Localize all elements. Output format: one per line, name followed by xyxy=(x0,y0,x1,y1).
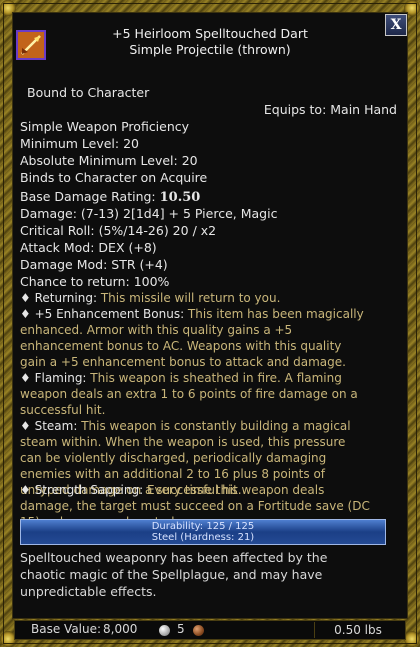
damage-line: Damage: (7-13) 2[1d4] + 5 Pierce, Magic xyxy=(20,206,278,221)
item-weight: 0.50 lbs xyxy=(314,622,401,638)
base-value: 8,000 xyxy=(103,622,138,636)
base-value-label: Base Value: xyxy=(31,622,102,636)
effect-name: +5 Enhancement Bonus: xyxy=(34,307,185,321)
absolute-minimum-level: Absolute Minimum Level: 20 xyxy=(20,153,198,168)
frame-corner-ornament xyxy=(404,631,420,647)
item-type: Simple Projectile (thrown) xyxy=(129,42,291,57)
effect-desc: steam within. When the weapon is used, t… xyxy=(20,435,346,449)
durability-bar: Durability: 125 / 125 Steel (Hardness: 2… xyxy=(20,519,386,545)
effect-desc: This weapon is constantly building a mag… xyxy=(77,419,351,433)
base-damage-value: 10.50 xyxy=(159,190,201,205)
effect-desc: Every time this weapon deals xyxy=(143,483,325,497)
bullet-icon: ♦ xyxy=(20,419,31,433)
critical-roll: Critical Roll: (5%/14-26) 20 / x2 xyxy=(20,223,217,238)
attack-mod: Attack Mod: DEX (+8) xyxy=(20,240,157,255)
bullet-icon: ♦ xyxy=(20,371,31,385)
silver-coin-icon xyxy=(159,625,170,636)
effect-enhancement: ♦ +5 Enhancement Bonus: This item has be… xyxy=(20,306,400,370)
effect-desc: This item has been magically xyxy=(184,307,364,321)
material-text: Steel (Hardness: 21) xyxy=(151,532,255,543)
effect-desc: weapon deals an extra 1 to 6 points of f… xyxy=(20,387,358,401)
effect-desc: enemies with an additional 2 to 16 plus … xyxy=(20,467,326,481)
effect-name: Returning: xyxy=(34,291,98,305)
flavor-line: unpredictable effects. xyxy=(20,584,157,599)
base-damage-label: Base Damage Rating: xyxy=(20,189,160,204)
coin-count: 5 xyxy=(177,622,185,636)
effect-desc: This weapon is sheathed in fire. A flami… xyxy=(86,371,342,385)
effect-name: Strength Sapping: xyxy=(34,483,144,497)
item-footer: Base Value: 8,000 5 0.50 lbs xyxy=(14,620,406,640)
item-name: +5 Heirloom Spelltouched Dart xyxy=(112,26,308,41)
flavor-text: Spelltouched weaponry has been affected … xyxy=(20,549,396,600)
bound-status: Bound to Character xyxy=(27,85,150,100)
bullet-icon: ♦ xyxy=(20,307,31,321)
flavor-line: Spelltouched weaponry has been affected … xyxy=(20,550,328,565)
effect-desc: damage, the target must succeed on a For… xyxy=(20,499,370,513)
effect-returning: ♦ Returning: This missile will return to… xyxy=(20,290,400,306)
bullet-icon: ♦ xyxy=(20,483,31,497)
minimum-level: Minimum Level: 20 xyxy=(20,136,139,151)
base-damage-rating: Base Damage Rating: 10.50 xyxy=(20,188,200,206)
effect-desc: This missile will return to you. xyxy=(97,291,281,305)
effect-desc: enhancement bonus to AC. Weapons with th… xyxy=(20,339,342,353)
binding-rule: Binds to Character on Acquire xyxy=(20,170,208,185)
return-chance: Chance to return: 100% xyxy=(20,274,170,289)
weapon-proficiency: Simple Weapon Proficiency xyxy=(20,119,190,134)
dart-icon xyxy=(16,30,46,60)
bullet-icon: ♦ xyxy=(20,291,31,305)
effect-name: Flaming: xyxy=(34,371,87,385)
effect-desc: enhanced. Armor with this quality gains … xyxy=(20,323,293,337)
copper-coin-icon xyxy=(193,625,204,636)
item-title: +5 Heirloom Spelltouched Dart Simple Pro… xyxy=(52,26,368,58)
effect-desc: can be violently discharged, periodicall… xyxy=(20,451,327,465)
effect-desc: gain a +5 enhancement bonus to attack an… xyxy=(20,355,346,369)
equip-slot: Equips to: Main Hand xyxy=(263,102,397,117)
close-button[interactable]: X xyxy=(385,14,407,36)
flavor-line: chaotic magic of the Spellplague, and ma… xyxy=(20,567,323,582)
effect-flaming: ♦ Flaming: This weapon is sheathed in fi… xyxy=(20,370,400,418)
tooltip-frame: X +5 Heirloom Spelltouched Dart Simple P… xyxy=(0,0,420,647)
damage-mod: Damage Mod: STR (+4) xyxy=(20,257,168,272)
durability-text: Durability: 125 / 125 xyxy=(151,521,255,532)
effect-name: Steam: xyxy=(34,419,78,433)
effect-desc: successful hit. xyxy=(20,403,106,417)
